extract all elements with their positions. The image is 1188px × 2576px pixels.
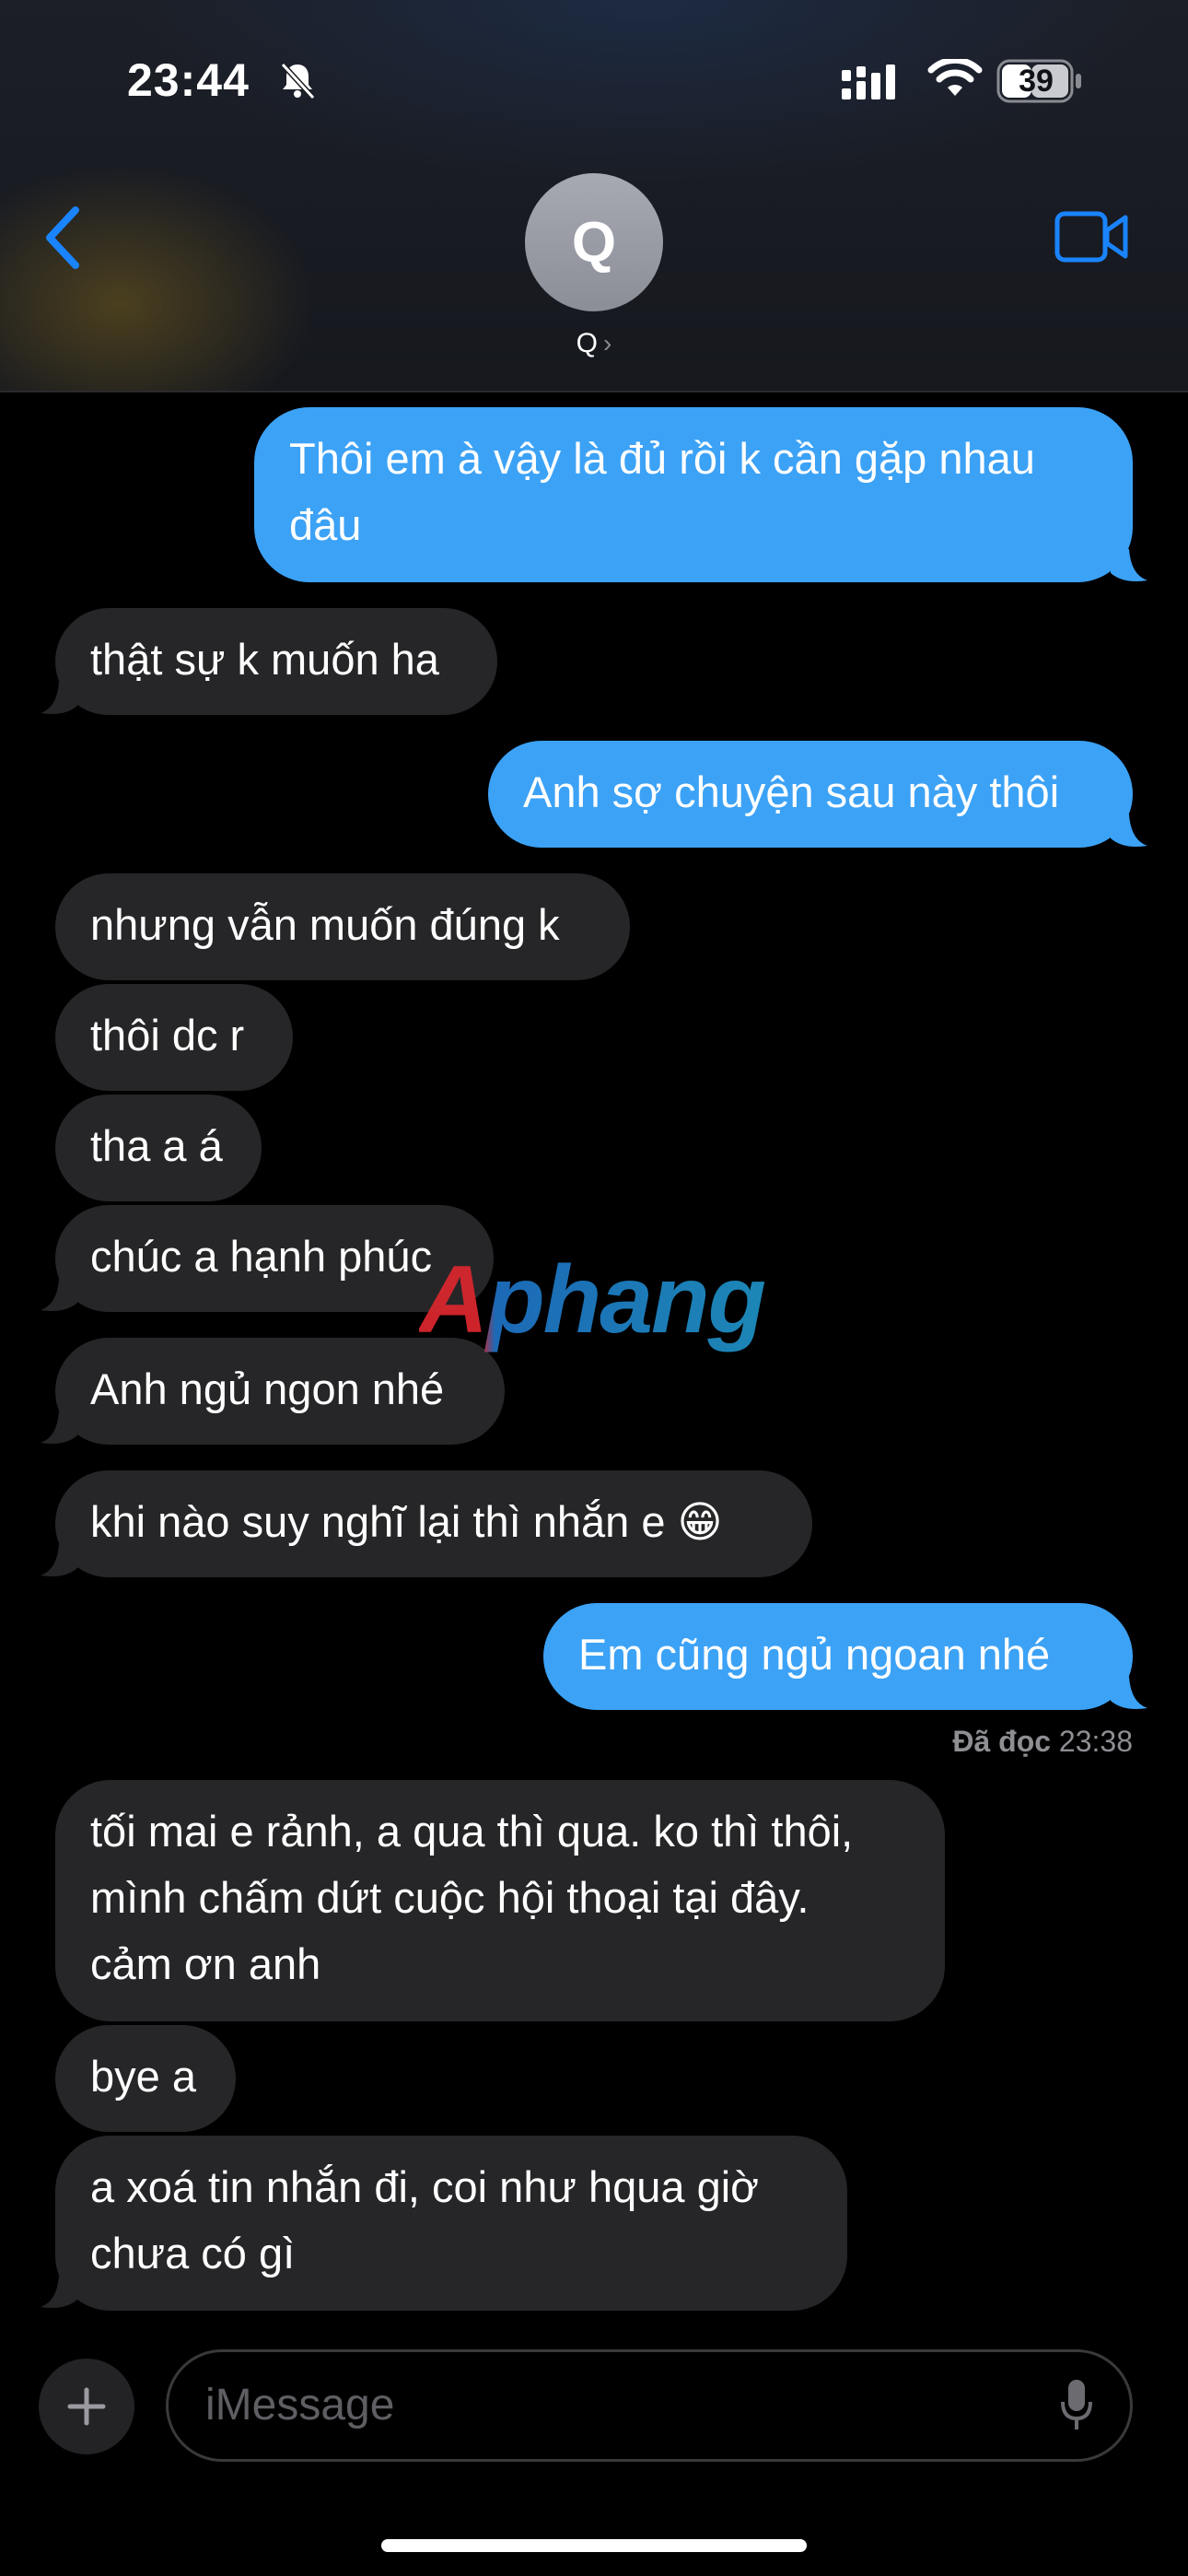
message-bubble[interactable]: Thôi em à vậy là đủ rồi k cần gặp nhau đ…	[254, 407, 1133, 582]
home-indicator[interactable]	[381, 2539, 807, 2552]
read-receipt: Đã đọc 23:38	[952, 1725, 1133, 1759]
conversation-header: 23:44 39 Q Q ›	[0, 0, 1188, 392]
wifi-icon	[927, 59, 983, 96]
contact-name-row[interactable]: Q ›	[502, 328, 686, 359]
back-chevron-icon[interactable]	[41, 205, 85, 271]
message-bubble[interactable]: tối mai e rảnh, a qua thì qua. ko thì th…	[55, 1780, 945, 2021]
bubble-tail	[41, 2276, 77, 2308]
message-bubble[interactable]: thôi dc r	[55, 984, 293, 1091]
bubble-tail	[1111, 814, 1147, 847]
read-receipt-time: 23:38	[1058, 1725, 1133, 1758]
read-receipt-label: Đã đọc	[952, 1725, 1052, 1758]
bubble-tail	[41, 1544, 77, 1576]
message-bubble[interactable]: thật sự k muốn ha	[55, 608, 497, 715]
contact-name: Q	[576, 328, 598, 358]
status-time: 23:44	[127, 54, 250, 106]
message-bubble[interactable]: nhưng vẫn muốn đúng k	[55, 873, 630, 980]
message-bubble[interactable]: khi nào suy nghĩ lại thì nhắn e 😁	[55, 1470, 812, 1577]
plus-icon	[67, 2387, 106, 2426]
message-bubble[interactable]: tha a á	[55, 1095, 262, 1201]
watermark: Aphang	[419, 1247, 766, 1353]
add-attachment-button[interactable]	[39, 2359, 134, 2454]
message-bubble[interactable]: a xoá tin nhắn đi, coi như hqua giờ chưa…	[55, 2136, 847, 2311]
bubble-tail	[41, 682, 77, 714]
message-bubble[interactable]: Em cũng ngủ ngoan nhé	[543, 1603, 1133, 1710]
bell-off-icon	[280, 62, 316, 100]
avatar[interactable]: Q	[525, 173, 663, 311]
message-input[interactable]: iMessage	[166, 2349, 1133, 2462]
chevron-right-icon: ›	[603, 329, 612, 357]
mic-icon[interactable]	[1060, 2378, 1093, 2433]
bubble-tail	[1111, 1677, 1147, 1709]
battery-level: 39	[1019, 64, 1054, 99]
bubble-tail	[41, 1279, 77, 1311]
message-bubble[interactable]: bye a	[55, 2025, 236, 2132]
video-call-icon[interactable]	[1054, 208, 1129, 265]
message-input-placeholder: iMessage	[205, 2381, 395, 2430]
signal-icon	[842, 64, 895, 100]
bubble-tail	[1111, 549, 1147, 581]
bubble-tail	[41, 1411, 77, 1444]
message-bubble[interactable]: Anh sợ chuyện sau này thôi	[488, 741, 1133, 848]
